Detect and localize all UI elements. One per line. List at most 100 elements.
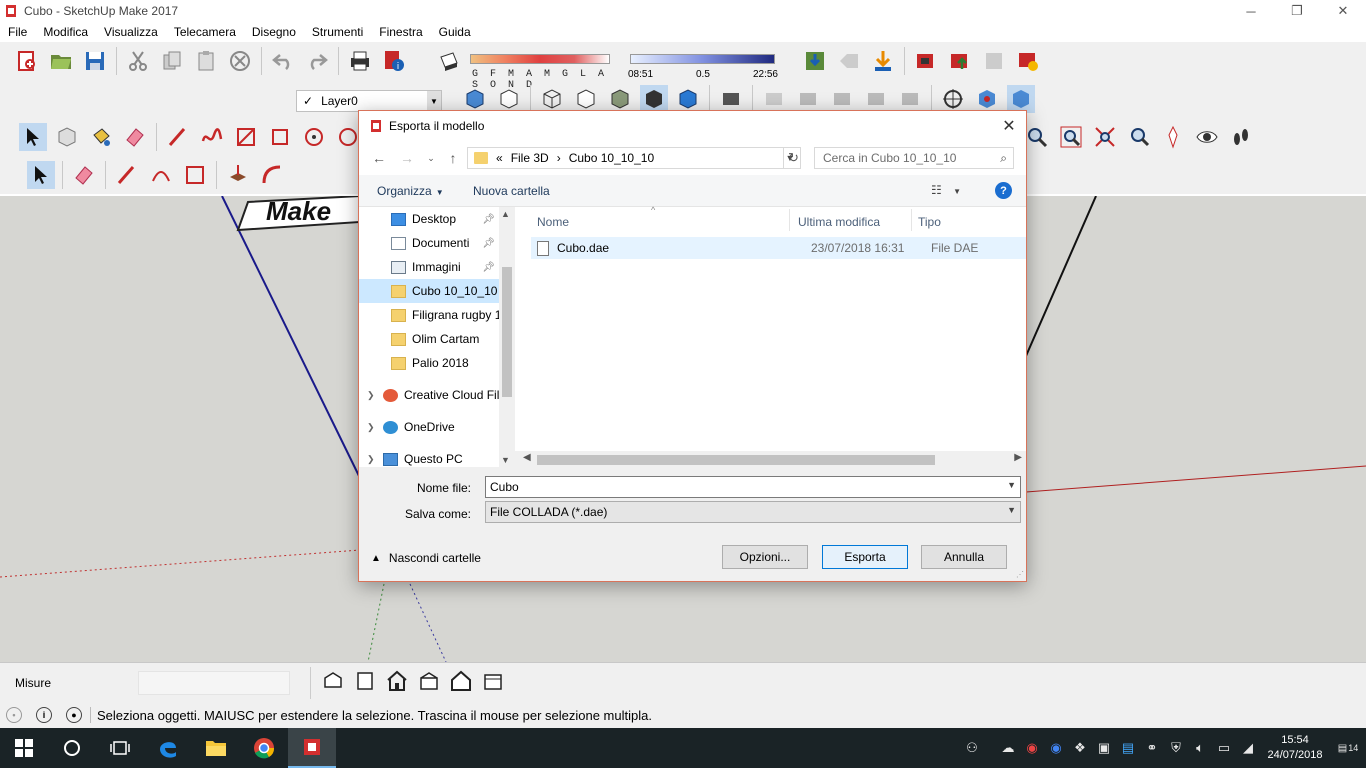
select-arrow-icon[interactable]	[27, 161, 55, 189]
search-input[interactable]: Cerca in Cubo 10_10_10 ⌕	[814, 147, 1014, 169]
sketchup-taskbar-button[interactable]	[288, 728, 336, 768]
menu-finestra[interactable]: Finestra	[371, 25, 430, 39]
view-options-button[interactable]: ☷ ▼	[931, 183, 961, 197]
menu-modifica[interactable]: Modifica	[35, 25, 96, 39]
eraser-icon[interactable]	[121, 123, 149, 151]
savetype-select[interactable]: File COLLADA (*.dae) ▼	[485, 501, 1021, 523]
scroll-left-icon[interactable]: ◀	[523, 452, 531, 463]
union-icon[interactable]	[828, 85, 856, 113]
menu-strumenti[interactable]: Strumenti	[304, 25, 371, 39]
hide-folders-toggle[interactable]: ▲ Nascondi cartelle	[371, 551, 481, 565]
undo-icon[interactable]	[269, 47, 297, 75]
previous-view-icon[interactable]	[1125, 123, 1153, 151]
restore-button[interactable]: ❐	[1274, 0, 1320, 22]
extension-warehouse-icon[interactable]	[912, 47, 940, 75]
intersect-icon[interactable]	[794, 85, 822, 113]
column-modified[interactable]: Ultima modifica	[798, 215, 880, 229]
redo-icon[interactable]	[303, 47, 331, 75]
organize-button[interactable]: Organizza ▼	[377, 184, 444, 198]
download-warehouse-icon[interactable]	[869, 47, 897, 75]
filename-input[interactable]: Cubo ▼	[485, 476, 1021, 498]
display-tray-icon[interactable]: ▤	[1116, 728, 1140, 768]
scroll-right-icon[interactable]: ▶	[1014, 452, 1022, 463]
hidden-line-style-icon[interactable]	[572, 85, 600, 113]
cancel-button[interactable]: Annulla	[921, 545, 1007, 569]
edge-taskbar-button[interactable]	[144, 728, 192, 768]
close-window-button[interactable]: ✕	[1320, 0, 1366, 22]
new-file-icon[interactable]	[13, 47, 41, 75]
extension-manager-icon[interactable]	[1014, 47, 1042, 75]
column-type[interactable]: Tipo	[918, 215, 941, 229]
resize-grip-icon[interactable]: ⋰	[1016, 570, 1024, 579]
paste-icon[interactable]	[192, 47, 220, 75]
menu-guida[interactable]: Guida	[431, 25, 479, 39]
top-view-icon[interactable]	[351, 667, 379, 695]
usb-tray-icon[interactable]: ▣	[1092, 728, 1116, 768]
chevron-right-icon[interactable]: ❯	[367, 422, 375, 433]
geo-location-icon[interactable]: •	[6, 707, 22, 723]
wireframe-style-icon[interactable]	[538, 85, 566, 113]
textured-style-icon[interactable]	[640, 85, 668, 113]
measurements-input[interactable]	[138, 671, 290, 695]
xray-style-icon[interactable]	[461, 85, 489, 113]
nav-item-onedrive[interactable]: ❯ OneDrive	[359, 415, 499, 439]
follow-me-icon[interactable]	[258, 161, 286, 189]
nav-item-pictures[interactable]: Immagini 📌︎	[359, 255, 499, 279]
explorer-taskbar-button[interactable]	[192, 728, 240, 768]
chevron-right-icon[interactable]: ❯	[367, 390, 375, 401]
breadcrumb-current[interactable]: Cubo 10_10_10	[569, 151, 654, 165]
right-view-icon[interactable]	[415, 667, 443, 695]
start-button[interactable]	[0, 728, 48, 768]
trim-icon[interactable]	[896, 85, 924, 113]
chrome-taskbar-button[interactable]	[240, 728, 288, 768]
zoom-icon[interactable]	[1023, 123, 1051, 151]
chevron-right-icon[interactable]: ❯	[367, 454, 375, 465]
breadcrumb-file3d[interactable]: File 3D	[511, 151, 549, 165]
look-around-icon[interactable]	[1193, 123, 1221, 151]
user-icon[interactable]: ●	[66, 707, 82, 723]
shaded-style-icon[interactable]	[606, 85, 634, 113]
nav-item-this-pc[interactable]: ❯ Questo PC	[359, 447, 499, 467]
arc-icon[interactable]	[147, 161, 175, 189]
orbit-icon[interactable]	[939, 85, 967, 113]
menu-visualizza[interactable]: Visualizza	[96, 25, 166, 39]
nav-scroll-thumb[interactable]	[502, 267, 512, 397]
outer-shell-icon[interactable]	[760, 85, 788, 113]
left-view-icon[interactable]	[479, 667, 507, 695]
dialog-close-button[interactable]: ✕	[998, 115, 1020, 137]
cut-icon[interactable]	[124, 47, 152, 75]
adobe-tray-icon[interactable]: ◉	[1020, 728, 1044, 768]
tag-icon[interactable]	[835, 47, 863, 75]
menu-file[interactable]: File	[0, 25, 35, 39]
copy-icon[interactable]	[158, 47, 186, 75]
monochrome-style-icon[interactable]	[674, 85, 702, 113]
refresh-button[interactable]: ↻	[783, 147, 803, 169]
share-model-icon[interactable]	[946, 47, 974, 75]
circle-icon[interactable]	[300, 123, 328, 151]
people-icon[interactable]: ⚇	[960, 728, 984, 768]
component-icon[interactable]	[980, 47, 1008, 75]
onedrive-tray-icon[interactable]: ☁	[996, 728, 1020, 768]
section-plane-icon[interactable]	[973, 85, 1001, 113]
defender-tray-icon[interactable]: ⛨	[1164, 728, 1188, 768]
back-button[interactable]: ←	[369, 149, 389, 167]
nav-scrollbar[interactable]: ▲ ▼	[499, 207, 515, 467]
nav-item-documents[interactable]: Documenti 📌︎	[359, 231, 499, 255]
nav-item-palio[interactable]: Palio 2018	[359, 351, 499, 375]
line-tool-icon[interactable]	[164, 123, 192, 151]
shapes-icon[interactable]	[181, 161, 209, 189]
nav-item-filigrana[interactable]: Filigrana rugby 1	[359, 303, 499, 327]
menu-disegno[interactable]: Disegno	[244, 25, 304, 39]
network-share-icon[interactable]: ⚭	[1140, 728, 1164, 768]
battery-icon[interactable]: ▭	[1212, 728, 1236, 768]
back-view-icon[interactable]	[447, 667, 475, 695]
address-bar[interactable]: « File 3D › Cubo 10_10_10 ▼	[467, 147, 801, 169]
minimize-button[interactable]: ─	[1228, 0, 1274, 22]
hscroll-thumb[interactable]	[537, 455, 935, 465]
task-view-button[interactable]	[96, 728, 144, 768]
map-location-icon[interactable]	[801, 47, 829, 75]
display-section-icon[interactable]	[1007, 85, 1035, 113]
recent-locations-button[interactable]: ⌄	[421, 149, 441, 167]
scroll-down-icon[interactable]: ▼	[501, 455, 510, 465]
dropbox-tray-icon[interactable]: ❖	[1068, 728, 1092, 768]
